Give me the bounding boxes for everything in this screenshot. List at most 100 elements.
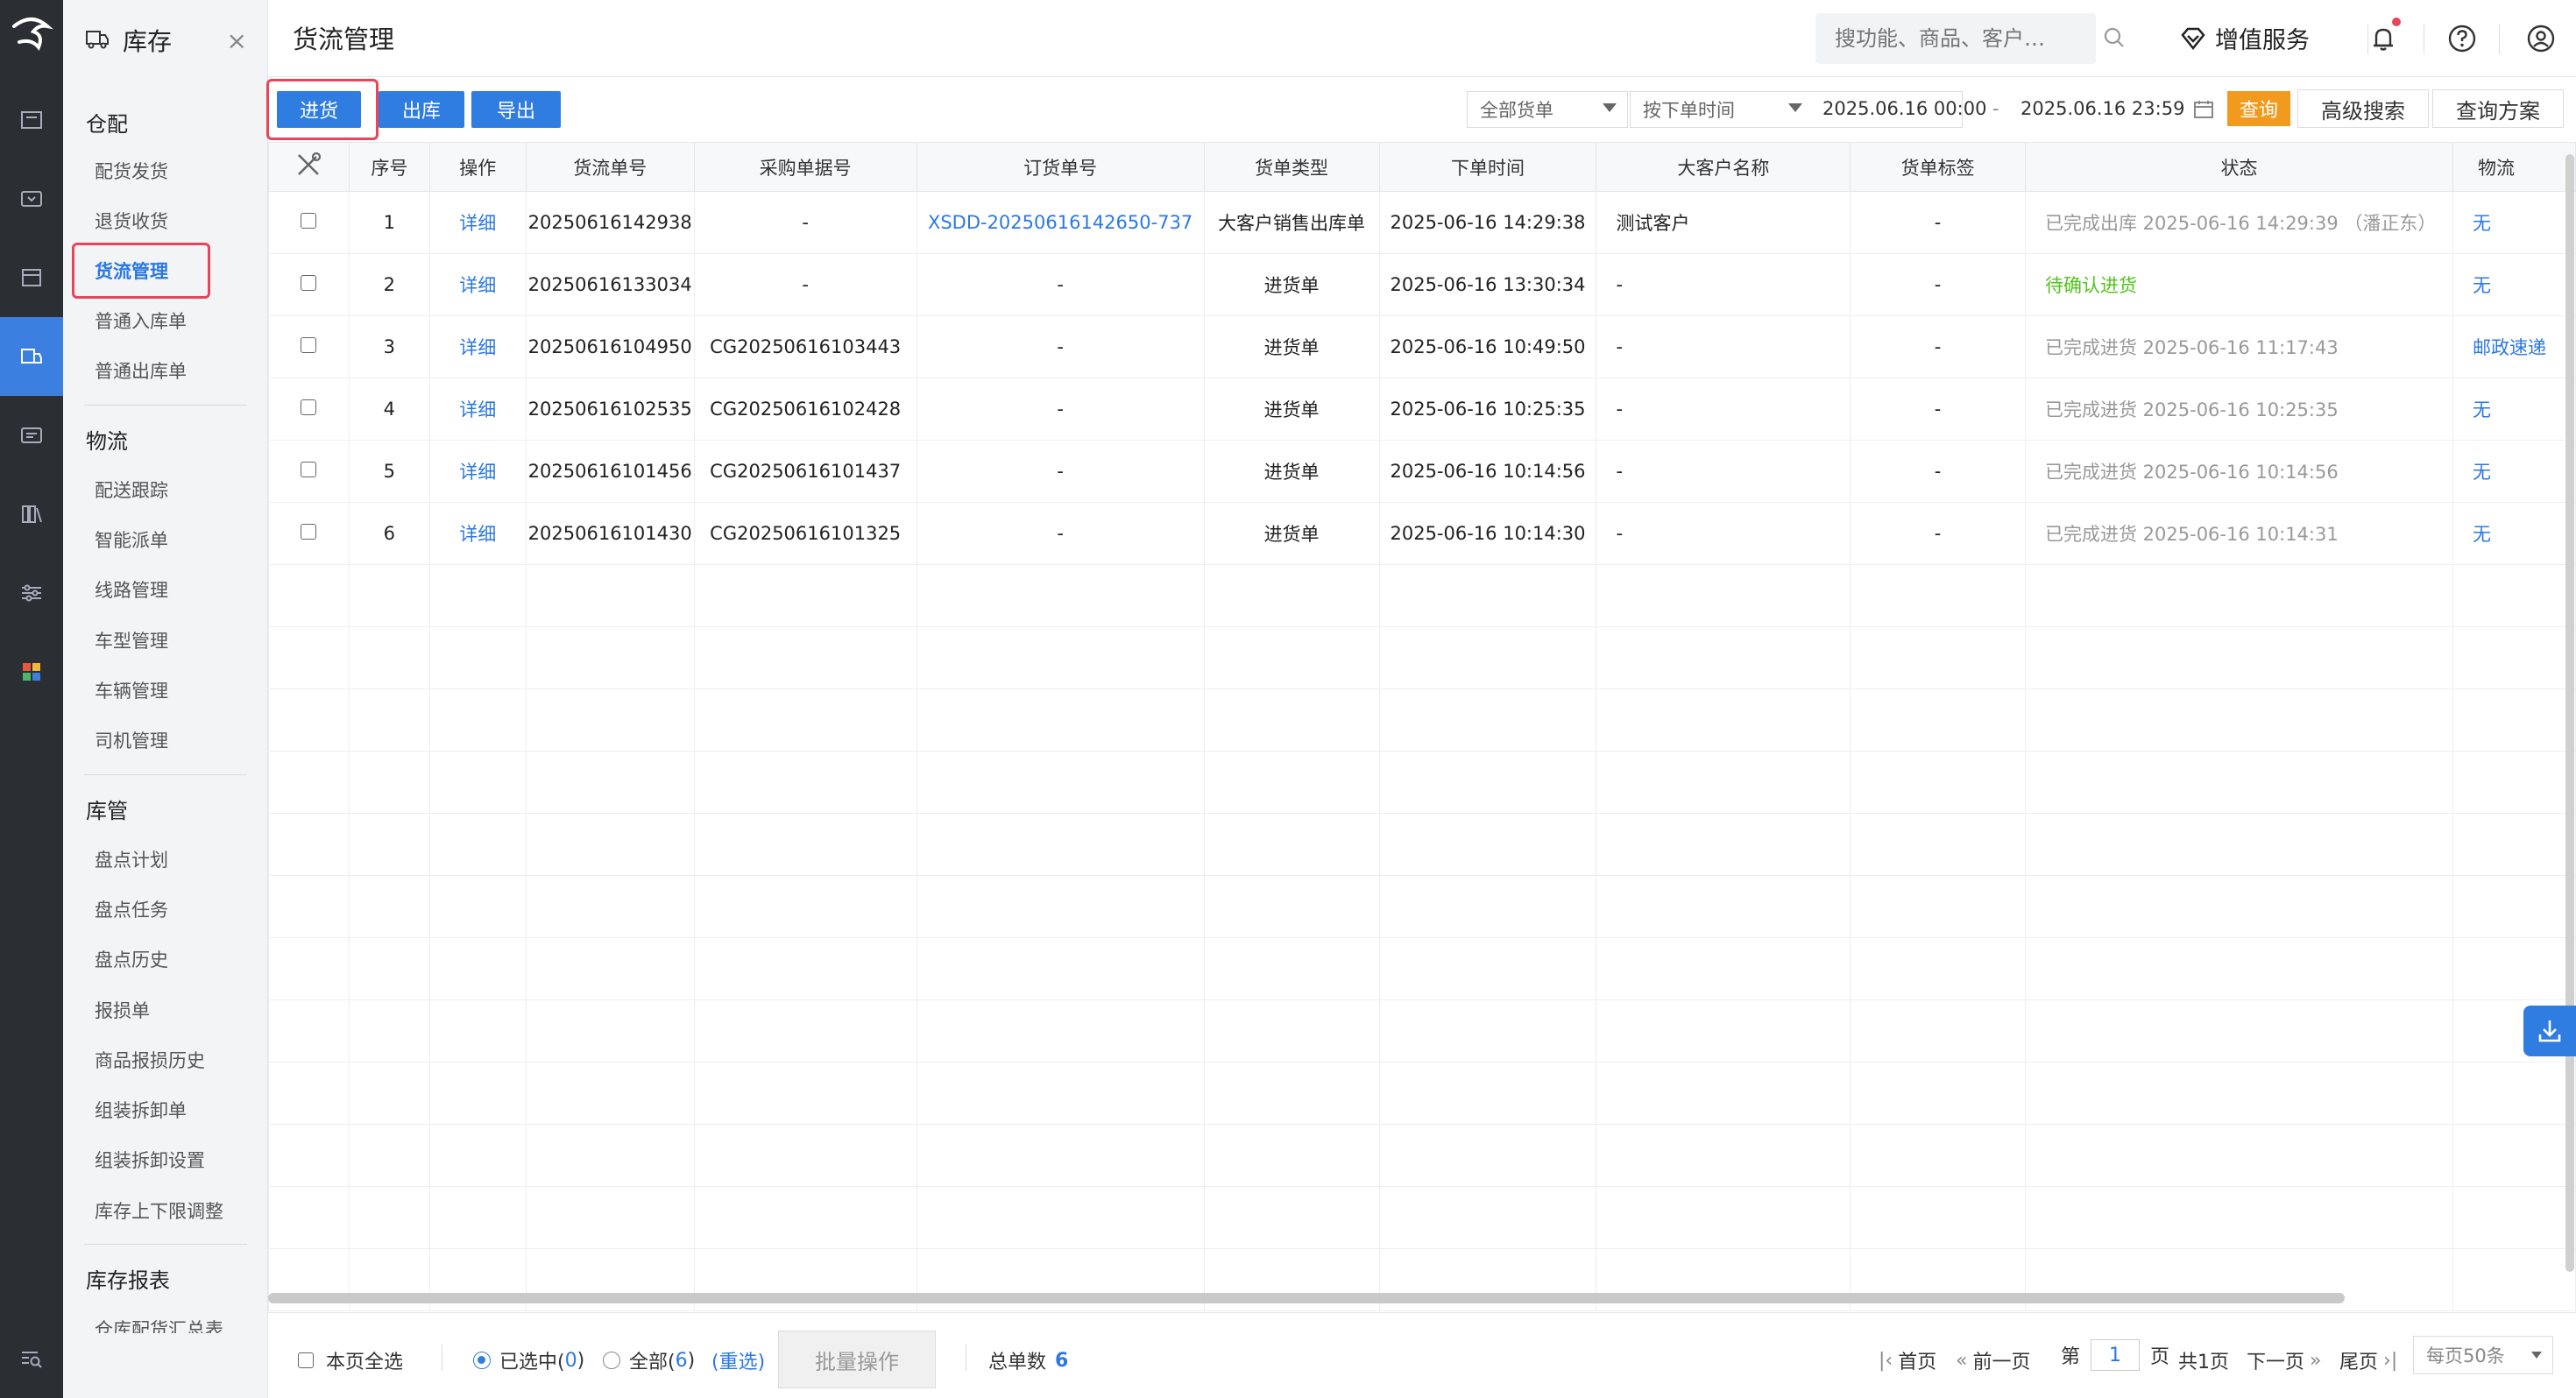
date-start-input[interactable]: 2025.06.16 00:00 — [1822, 98, 1986, 119]
column-settings[interactable] — [268, 142, 350, 192]
nav-item-count-history[interactable]: 盘点历史 — [95, 946, 168, 972]
logistics-link[interactable]: 无 — [2473, 462, 2491, 483]
inventory-icon[interactable] — [0, 317, 63, 396]
horizontal-scrollbar[interactable] — [268, 1293, 2345, 1303]
row-checkbox-cell[interactable] — [268, 315, 350, 378]
header-status[interactable]: 状态 — [2025, 142, 2453, 192]
row-checkbox-cell[interactable] — [268, 191, 350, 254]
bell-icon[interactable] — [2367, 23, 2399, 54]
header-order-no[interactable]: 订货单号 — [916, 142, 1205, 192]
box-icon[interactable] — [0, 238, 63, 317]
wallet-icon[interactable] — [0, 159, 63, 238]
calendar-icon[interactable] — [2192, 98, 2215, 124]
cell-op[interactable]: 详细 — [428, 502, 527, 565]
table-row[interactable]: 2 详细 20250616133034 - - 进货单 2025-06-16 13:30:3… — [268, 253, 2576, 316]
report-icon[interactable] — [0, 396, 63, 475]
nav-item-routes[interactable]: 线路管理 — [95, 576, 168, 603]
tools-icon[interactable] — [294, 152, 323, 184]
table-row[interactable]: 1 详细 20250616142938 - XSDD-20250616142650-73… — [268, 191, 2576, 254]
batch-operation-button[interactable]: 批量操作 — [778, 1331, 936, 1388]
detail-link[interactable]: 详细 — [459, 462, 496, 483]
header-logistics[interactable]: 物流 — [2452, 142, 2576, 192]
header-tag[interactable]: 货单标签 — [1850, 142, 2026, 192]
query-scheme-button[interactable]: 查询方案 — [2432, 89, 2564, 128]
cell-op[interactable]: 详细 — [428, 191, 527, 254]
query-button[interactable]: 查询 — [2227, 91, 2290, 126]
nav-item-count-plan[interactable]: 盘点计划 — [95, 846, 168, 872]
detail-link[interactable]: 详细 — [459, 213, 496, 234]
search-input[interactable] — [1815, 13, 2096, 64]
header-no[interactable]: 序号 — [348, 142, 430, 192]
apps-icon[interactable] — [0, 632, 63, 711]
table-row[interactable]: 6 详细 20250616101430 CG20250616101325 - 进货单 202… — [268, 502, 2576, 565]
logistics-link[interactable]: 无 — [2473, 399, 2491, 420]
all-radio[interactable]: 全部(6) — [603, 1346, 695, 1374]
nav-item-vehicles[interactable]: 车辆管理 — [95, 677, 168, 703]
advanced-search-button[interactable]: 高级搜索 — [2297, 89, 2429, 128]
row-checkbox[interactable] — [301, 524, 317, 540]
reselect-link[interactable]: (重选) — [711, 1346, 765, 1374]
row-checkbox-cell[interactable] — [268, 378, 350, 441]
nav-item-damage-report[interactable]: 报损单 — [95, 997, 150, 1023]
header-op[interactable]: 操作 — [428, 142, 527, 192]
detail-link[interactable]: 详细 — [459, 524, 496, 545]
row-checkbox[interactable] — [301, 275, 317, 291]
vip-service-link[interactable]: 增值服务 — [2178, 21, 2310, 55]
detail-link[interactable]: 详细 — [459, 275, 496, 296]
header-flow-no[interactable]: 货流单号 — [525, 142, 695, 192]
cell-op[interactable]: 详细 — [428, 253, 527, 316]
vertical-scrollbar[interactable] — [2565, 154, 2574, 1272]
page-size-select[interactable]: 每页50条 — [2413, 1336, 2553, 1374]
nav-item-stock-out[interactable]: 普通出库单 — [95, 357, 187, 384]
cell-logistics[interactable]: 无 — [2452, 378, 2576, 441]
sliders-icon[interactable] — [0, 554, 63, 632]
header-customer[interactable]: 大客户名称 — [1596, 142, 1851, 192]
cell-logistics[interactable]: 邮政速递 — [2452, 315, 2576, 378]
order-link[interactable]: XSDD-20250616142650-737 — [928, 212, 1192, 233]
logistics-link[interactable]: 无 — [2473, 524, 2491, 545]
row-checkbox-cell[interactable] — [268, 253, 350, 316]
radio-all[interactable] — [603, 1352, 620, 1369]
nav-item-smart-dispatch[interactable]: 智能派单 — [95, 526, 168, 553]
logistics-link[interactable]: 无 — [2473, 275, 2491, 296]
table-row[interactable]: 3 详细 20250616104950 CG20250616103443 - 进货单 202… — [268, 315, 2576, 378]
cell-logistics[interactable]: 无 — [2452, 191, 2576, 254]
menu-search-icon[interactable] — [0, 1319, 63, 1398]
nav-item-pick-ship[interactable]: 配货发货 — [95, 158, 168, 184]
row-checkbox-cell[interactable] — [268, 440, 350, 503]
export-button[interactable]: 导出 — [471, 91, 561, 128]
row-checkbox[interactable] — [301, 462, 317, 477]
logistics-link[interactable]: 无 — [2473, 213, 2491, 234]
help-icon[interactable] — [2446, 23, 2478, 54]
nav-item-stock-limits[interactable]: 库存上下限调整 — [95, 1197, 223, 1224]
nav-item-damage-history[interactable]: 商品报损历史 — [95, 1047, 205, 1073]
cell-logistics[interactable]: 无 — [2452, 502, 2576, 565]
prev-page-link[interactable]: « 前一页 — [1956, 1346, 2030, 1374]
date-end-input[interactable]: 2025.06.16 23:59 — [2020, 98, 2184, 119]
selected-radio[interactable]: 已选中(0) — [473, 1346, 584, 1374]
header-time[interactable]: 下单时间 — [1378, 142, 1597, 192]
nav-item-assembly-order[interactable]: 组装拆卸单 — [95, 1097, 187, 1123]
page-number-input[interactable] — [2091, 1339, 2141, 1371]
header-type[interactable]: 货单类型 — [1203, 142, 1380, 192]
nav-item-return-receive[interactable]: 退货收货 — [95, 208, 168, 234]
user-icon[interactable] — [2525, 23, 2557, 54]
logo-icon[interactable] — [0, 0, 63, 77]
nav-item-summary-report[interactable]: 仓库配货汇总表 — [95, 1316, 223, 1333]
detail-link[interactable]: 详细 — [459, 399, 496, 420]
table-row[interactable]: 4 详细 20250616102535 CG20250616102428 - 进货单 202… — [268, 378, 2576, 441]
radio-selected[interactable] — [473, 1352, 491, 1369]
nav-item-stock-in[interactable]: 普通入库单 — [95, 307, 187, 334]
order-type-select[interactable]: 全部货单 — [1467, 91, 1628, 128]
next-page-link[interactable]: 下一页 » — [2247, 1346, 2321, 1374]
cell-order-no[interactable]: XSDD-20250616142650-737 — [916, 191, 1205, 254]
select-page-checkbox[interactable]: 本页全选 — [298, 1346, 403, 1374]
cell-op[interactable]: 详细 — [428, 315, 527, 378]
cell-logistics[interactable]: 无 — [2452, 440, 2576, 503]
nav-item-count-task[interactable]: 盘点任务 — [95, 896, 168, 922]
nav-item-assembly-settings[interactable]: 组装拆卸设置 — [95, 1147, 205, 1173]
cell-op[interactable]: 详细 — [428, 378, 527, 441]
search-icon[interactable] — [2101, 25, 2127, 51]
row-checkbox[interactable] — [301, 213, 317, 229]
download-button[interactable] — [2523, 1006, 2576, 1056]
